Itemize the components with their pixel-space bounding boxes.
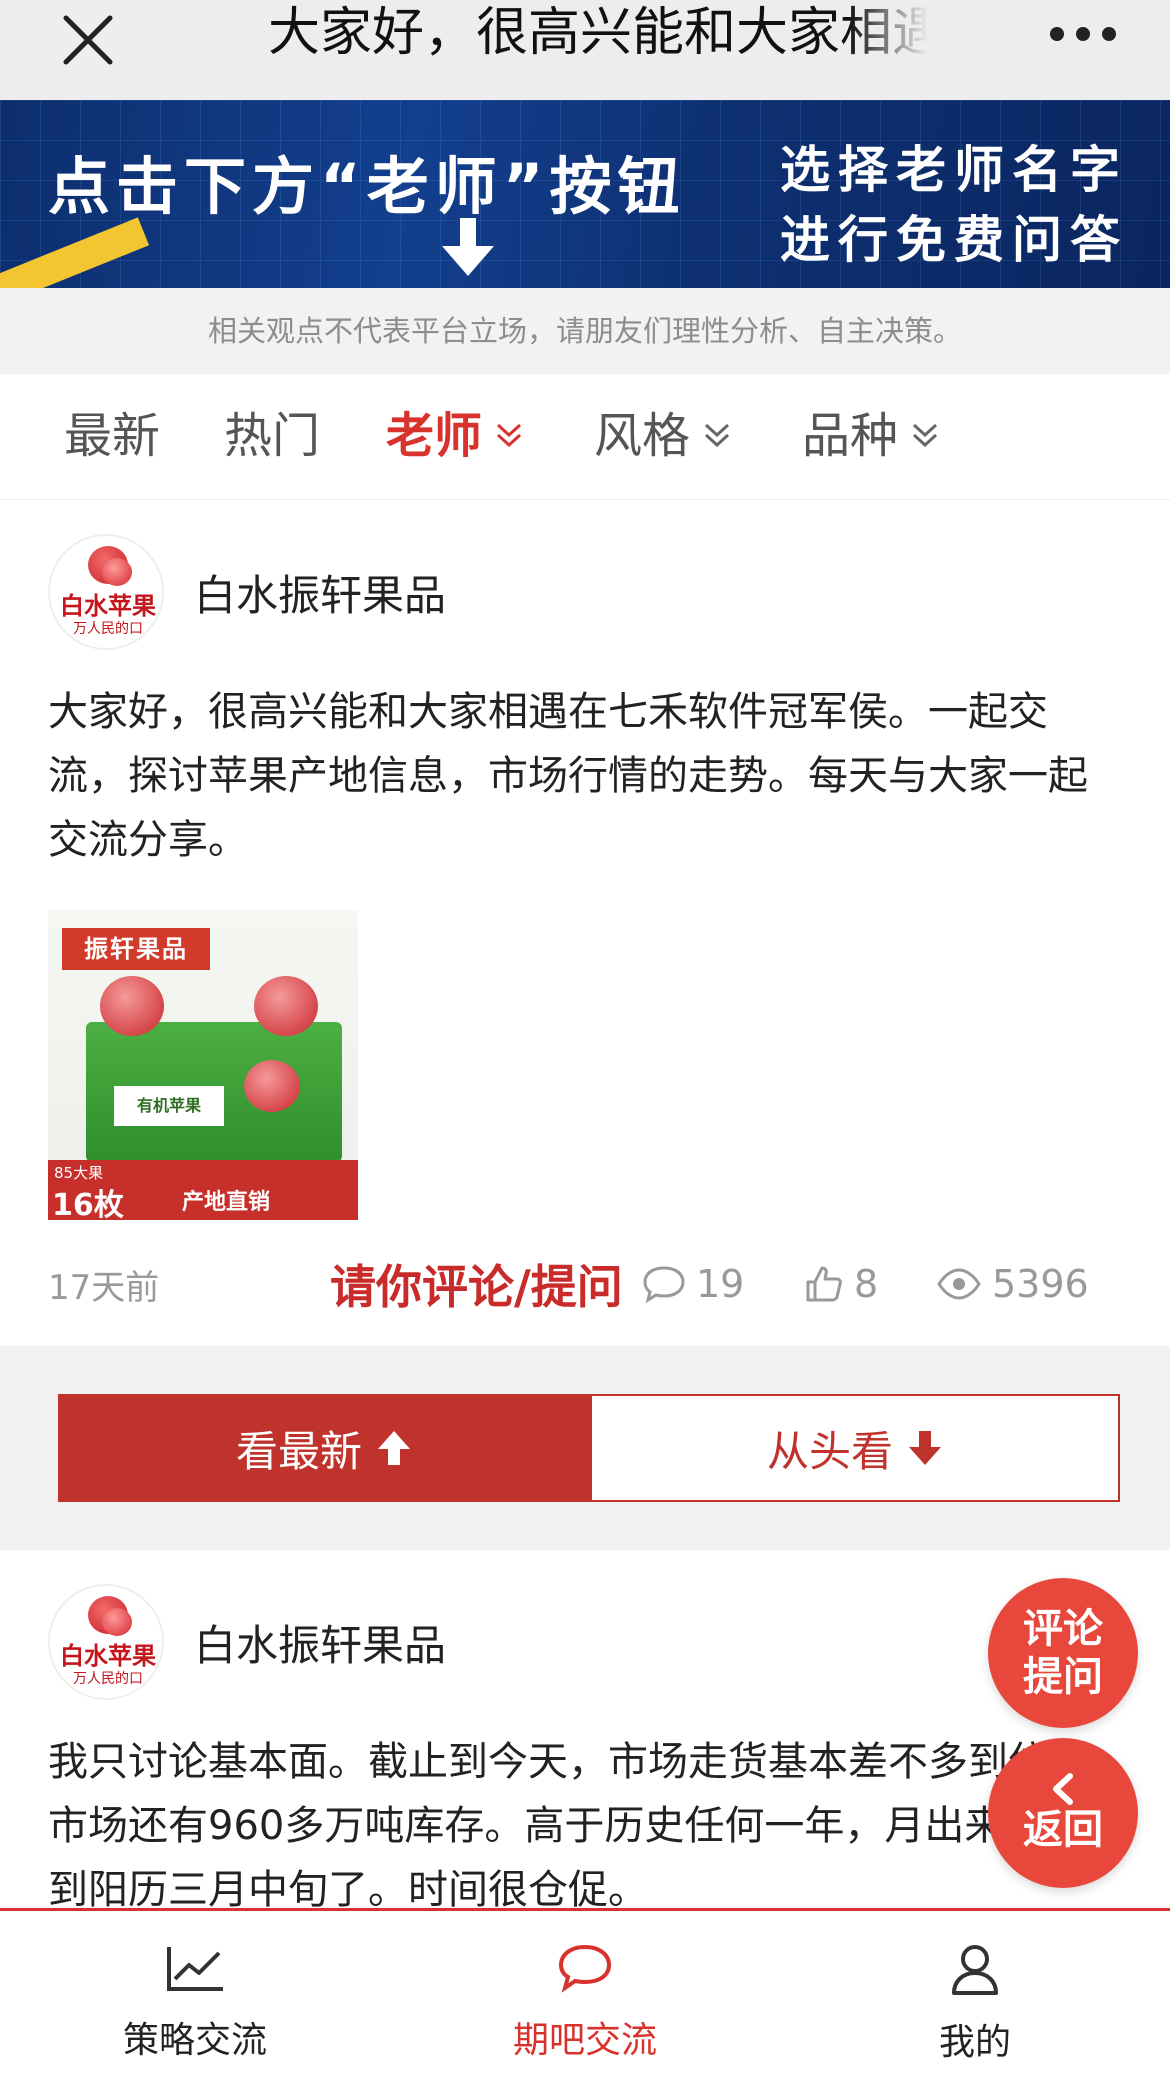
nav-item-forum[interactable]: 期吧交流 [390,1911,780,2093]
arrow-down-icon [909,1431,941,1465]
avatar[interactable]: 白水苹果 万人民的口 [48,534,164,650]
nav-item-mine[interactable]: 我的 [780,1911,1170,2093]
double-chevron-down-icon [705,423,730,448]
more-icon[interactable] [1050,14,1116,54]
tab-label: 老师 [386,408,483,464]
tab-variety[interactable]: 品种 [802,404,940,468]
view-from-start-button[interactable]: 从头看 [590,1394,1120,1502]
post-card: 白水苹果 万人民的口 白水振轩果品 我只讨论基本面。截止到今天，市场走货基本差不… [0,1550,1170,1908]
chat-icon [558,1944,612,1993]
tab-label: 最新 [64,408,161,464]
promo-banner[interactable]: 点击下方“老师”按钮 选择老师名字 进行免费问答 [0,100,1170,288]
author-name[interactable]: 白水振轩果品 [194,562,446,623]
sort-button-bar: 看最新 从头看 [0,1346,1170,1550]
post-time: 17天前 [48,1267,160,1308]
arrow-down-icon [442,218,494,276]
filter-tabs: 最新 热门 老师 风格 品种 [0,374,1170,500]
author-name[interactable]: 白水振轩果品 [194,1612,446,1673]
banner-right-line1: 选择老师名字 [780,141,1128,199]
user-icon [952,1945,998,1995]
banner-left-text: 点击下方“老师”按钮 [48,150,686,223]
post-content: 我只讨论基本面。截止到今天，市场走货基本差不多到位。市场还有960多万吨库存。高… [48,1739,1088,1908]
tab-label: 品种 [802,408,899,464]
view-count: 5396 [936,1262,1089,1306]
disclaimer: 相关观点不代表平台立场，请朋友们理性分析、自主决策。 [0,288,1170,374]
post-content: 大家好，很高兴能和大家相遇在七禾软件冠军侯。一起交流，探讨苹果产地信息，市场行情… [48,689,1088,863]
tab-style[interactable]: 风格 [594,404,732,468]
arrow-up-icon [378,1431,410,1465]
chart-icon [167,1947,223,1991]
thumbs-up-icon [806,1266,842,1302]
back-fab[interactable]: 返回 [988,1738,1138,1888]
top-bar: 大家好，很高兴能和大家相遇在七禾软件冠军侯。一起交流，探讨苹果产地信息，市场行情… [0,0,1170,100]
view-latest-button[interactable]: 看最新 [58,1394,590,1502]
bottom-nav: 策略交流 期吧交流 我的 [0,1908,1170,2093]
close-icon[interactable] [58,10,118,70]
tab-hot[interactable]: 热门 [224,404,320,468]
banner-right-line2: 进行免费问答 [780,211,1128,269]
eye-icon [937,1268,981,1300]
avatar[interactable]: 白水苹果 万人民的口 [48,1584,164,1700]
page-title: 大家好，很高兴能和大家相遇在七禾软件冠军侯。一起交流，探讨苹果产地信息，市场行情… [268,3,928,63]
comment-icon [643,1266,685,1304]
chevron-left-icon [1053,1773,1073,1805]
double-chevron-down-icon [913,423,938,448]
nav-item-strategy[interactable]: 策略交流 [0,1911,390,2093]
post-image[interactable]: 振轩果品 有机苹果 85大果 16枚 产地直销 [48,910,358,1220]
tab-latest[interactable]: 最新 [64,404,160,468]
like-count[interactable]: 8 [804,1262,878,1306]
post-meta: 17天前 请你评论/提问 19 8 5396 [0,1256,1170,1314]
comment-count[interactable]: 19 [642,1262,744,1306]
tab-label: 热门 [224,408,321,464]
tab-teacher[interactable]: 老师 [386,404,524,468]
comment-ask-link[interactable]: 请你评论/提问 [330,1251,623,1317]
tab-label: 风格 [594,408,691,464]
double-chevron-down-icon [497,423,522,448]
comment-ask-fab[interactable]: 评论 提问 [988,1578,1138,1728]
